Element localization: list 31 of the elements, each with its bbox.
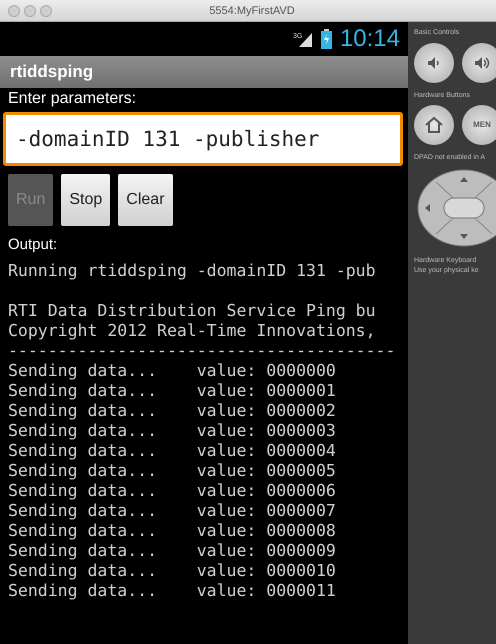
volume-down-button[interactable] bbox=[414, 42, 454, 82]
output-line: Sending data... value: 0000001 bbox=[7, 380, 337, 400]
battery-icon bbox=[320, 29, 332, 49]
output-label: Output: bbox=[7, 235, 58, 255]
clock-time: 10:14 bbox=[340, 24, 400, 54]
output-line: Copyright 2012 Real-Time Innovations, bbox=[7, 320, 377, 340]
output-line: --------------------------------------- bbox=[7, 340, 396, 360]
output-line: Sending data... value: 0000004 bbox=[7, 440, 337, 460]
output-line: Sending data... value: 0000002 bbox=[7, 400, 337, 420]
output-line: Sending data... value: 0000008 bbox=[7, 520, 337, 540]
output-line: Sending data... value: 0000005 bbox=[7, 460, 337, 480]
output-line: Sending data... value: 0000006 bbox=[7, 480, 337, 500]
speaker-icon bbox=[473, 56, 491, 70]
output-line: Sending data... value: 0000009 bbox=[7, 540, 337, 560]
output-line: Running rtiddsping -domainID 131 -pub bbox=[7, 260, 377, 280]
output-line: RTI Data Distribution Service Ping bu bbox=[7, 300, 377, 320]
menu-button[interactable]: MEN bbox=[462, 105, 496, 145]
window-title: 5554:MyFirstAVD bbox=[208, 4, 296, 18]
home-button[interactable] bbox=[414, 105, 454, 145]
output-line: Sending data... value: 0000007 bbox=[7, 500, 337, 520]
volume-up-button[interactable] bbox=[462, 42, 496, 82]
output-line: Sending data... value: 0000000 bbox=[7, 360, 337, 380]
output-line: Sending data... value: 0000010 bbox=[7, 560, 337, 580]
action-button[interactable]: Clear bbox=[118, 174, 173, 226]
output-line: Sending data... value: 0000011 bbox=[7, 580, 337, 600]
home-icon bbox=[424, 116, 444, 134]
app-title: rtiddsping bbox=[0, 56, 408, 88]
prompt-label: Enter parameters: bbox=[7, 89, 138, 109]
action-button[interactable]: Stop bbox=[61, 174, 110, 226]
parameters-field[interactable]: -domainID 131 -publisher bbox=[3, 112, 403, 166]
output-line: Sending data... value: 0000003 bbox=[7, 420, 337, 440]
